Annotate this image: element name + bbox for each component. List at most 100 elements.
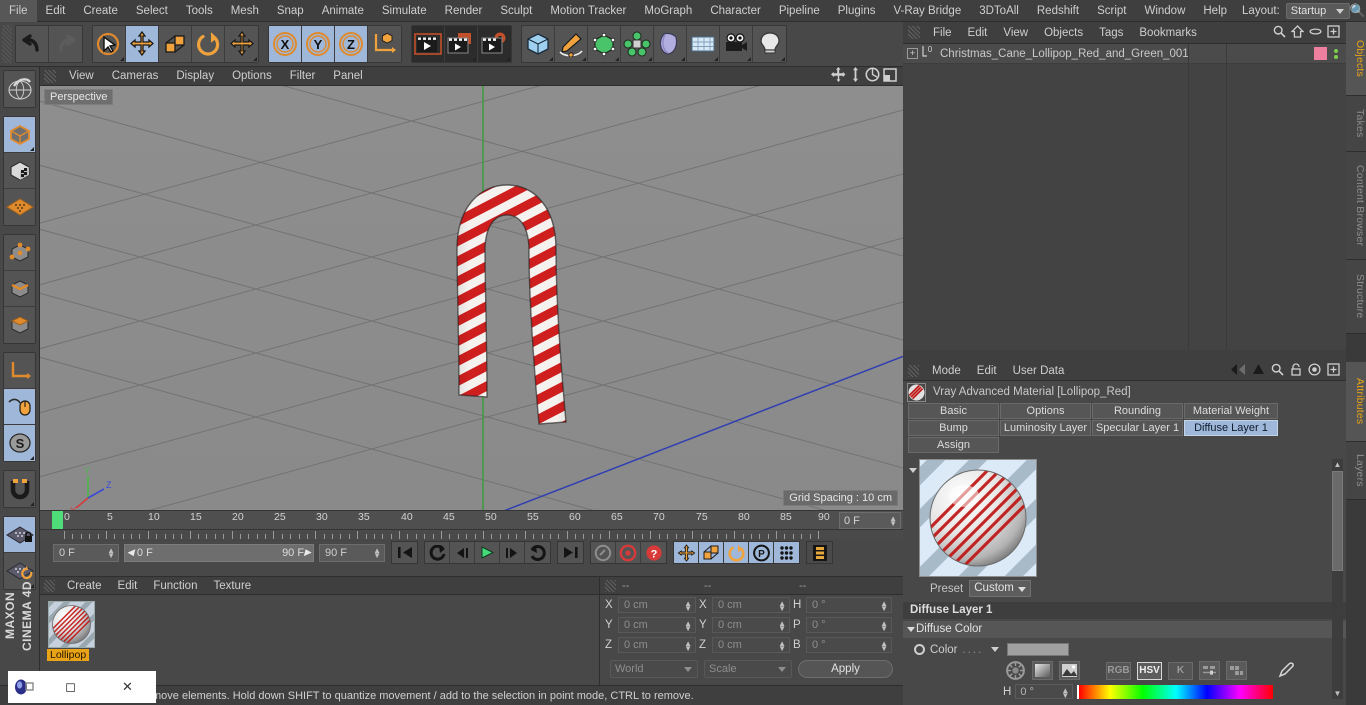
- edges-mode-icon[interactable]: [4, 271, 35, 307]
- coord-rotation-p-input[interactable]: 0 ° ▲ ▼: [806, 617, 892, 633]
- color-wheel-icon[interactable]: [1005, 661, 1026, 680]
- render-view-icon[interactable]: [412, 26, 445, 62]
- search-icon[interactable]: [1273, 25, 1286, 41]
- material-menu-grip[interactable]: [44, 579, 55, 592]
- menu-item-render[interactable]: Render: [436, 0, 492, 22]
- spline-pen-icon[interactable]: [555, 26, 588, 62]
- target-icon[interactable]: [1308, 362, 1321, 379]
- menu-item-3dtoall[interactable]: 3DToAll: [970, 0, 1028, 22]
- material-swatch-lollipop[interactable]: Lollipop: [47, 601, 95, 661]
- rotate-tool-icon[interactable]: [192, 26, 225, 62]
- render-settings-icon[interactable]: [478, 26, 511, 62]
- stepper-icon[interactable]: ▲ ▼: [889, 515, 897, 528]
- coord-position-z-input[interactable]: 0 cm ▲ ▼: [618, 637, 696, 653]
- parameter-key-icon[interactable]: P: [749, 542, 774, 563]
- menu-item-pipeline[interactable]: Pipeline: [770, 0, 829, 22]
- viewport-menu-display[interactable]: Display: [167, 67, 223, 86]
- stepper-icon[interactable]: ▲ ▼: [684, 640, 692, 653]
- texture-mode-icon[interactable]: [4, 153, 35, 189]
- material-menu-edit[interactable]: Edit: [110, 577, 146, 595]
- tab-bump[interactable]: Bump: [908, 420, 999, 436]
- menu-item-character[interactable]: Character: [701, 0, 770, 22]
- autokey-icon[interactable]: [591, 542, 616, 563]
- objmenu-bookmarks[interactable]: Bookmarks: [1131, 22, 1205, 44]
- tab-rounding[interactable]: Rounding: [1092, 403, 1183, 419]
- range-right-arrow-icon[interactable]: ▶: [304, 547, 311, 558]
- color-mode-hsv[interactable]: HSV: [1137, 661, 1162, 680]
- chevron-down-icon[interactable]: [991, 647, 1000, 652]
- menu-item-redshift[interactable]: Redshift: [1028, 0, 1088, 22]
- point-level-animation-icon[interactable]: [774, 542, 799, 563]
- move-alt-icon[interactable]: [225, 26, 258, 62]
- menu-item-simulate[interactable]: Simulate: [373, 0, 436, 22]
- previous-key-icon[interactable]: [425, 542, 450, 563]
- taskbar-window-overlay[interactable]: ◻ ✕: [8, 671, 156, 703]
- vtab-objects[interactable]: Objects: [1346, 22, 1366, 96]
- stepper-icon[interactable]: ▲ ▼: [1061, 687, 1069, 700]
- render-to-picture-viewer-icon[interactable]: [445, 26, 478, 62]
- coord-rotation-h-input[interactable]: 0 ° ▲ ▼: [806, 597, 892, 613]
- visibility-dots-icon[interactable]: [1334, 48, 1338, 59]
- expand-node-icon[interactable]: +: [907, 48, 918, 59]
- current-frame-input[interactable]: 0 F ▲ ▼: [53, 543, 119, 562]
- tab-specular-layer-1[interactable]: Specular Layer 1: [1092, 420, 1183, 436]
- maximize-view-icon[interactable]: [883, 67, 897, 85]
- hue-input[interactable]: 0 ° ▲ ▼: [1015, 684, 1074, 700]
- menu-item-create[interactable]: Create: [74, 0, 127, 22]
- coordinates-grip[interactable]: [605, 579, 616, 592]
- menu-item-snap[interactable]: Snap: [268, 0, 313, 22]
- color-radio-button[interactable]: [914, 644, 925, 655]
- stepper-icon[interactable]: ▲ ▼: [880, 600, 888, 613]
- collapse-preview-icon[interactable]: [909, 468, 917, 473]
- rotation-key-icon[interactable]: [724, 542, 749, 563]
- axis-x-icon[interactable]: X: [269, 26, 302, 62]
- subsection-diffuse-color[interactable]: Diffuse Color: [903, 621, 1346, 638]
- app-icon[interactable]: [8, 677, 42, 697]
- stepper-icon[interactable]: ▲ ▼: [880, 640, 888, 653]
- undo-icon[interactable]: [16, 26, 49, 62]
- material-menu-function[interactable]: Function: [145, 577, 205, 595]
- close-icon[interactable]: ✕: [99, 679, 156, 695]
- material-menu-texture[interactable]: Texture: [205, 577, 259, 595]
- eyedropper-icon[interactable]: [1275, 661, 1296, 680]
- tab-diffuse-layer-1[interactable]: Diffuse Layer 1: [1184, 420, 1278, 436]
- menu-item-vray-bridge[interactable]: V-Ray Bridge: [884, 0, 970, 22]
- object-axis-mode-icon[interactable]: [4, 353, 35, 389]
- menu-item-mesh[interactable]: Mesh: [222, 0, 268, 22]
- home-icon[interactable]: [1290, 24, 1305, 41]
- color-swatch[interactable]: [1007, 643, 1070, 656]
- stepper-icon[interactable]: ▲ ▼: [778, 600, 786, 613]
- lock-icon[interactable]: [1290, 362, 1302, 379]
- scale-key-icon[interactable]: [699, 542, 724, 563]
- menu-item-help[interactable]: Help: [1194, 0, 1236, 22]
- coord-size-z-input[interactable]: 0 cm ▲ ▼: [712, 637, 790, 653]
- enable-axis-icon[interactable]: S: [4, 425, 35, 461]
- scale-tool-icon[interactable]: [159, 26, 192, 62]
- material-tag-icon[interactable]: [1314, 47, 1327, 60]
- timeline-ruler[interactable]: 0 5 10 15 20 25 30 35 40 45 50 55 60 65 …: [40, 510, 903, 530]
- preset-select[interactable]: Custom: [969, 580, 1032, 597]
- frame-field[interactable]: 0 F ▲ ▼: [839, 512, 901, 529]
- go-to-start-icon[interactable]: [392, 542, 417, 563]
- vtab-layers[interactable]: Layers: [1346, 442, 1366, 500]
- objmenu-view[interactable]: View: [995, 22, 1036, 44]
- floor-scene-icon[interactable]: [687, 26, 720, 62]
- up-arrow-icon[interactable]: [1252, 363, 1265, 379]
- step-back-icon[interactable]: [450, 542, 475, 563]
- record-active-objects-icon[interactable]: [616, 542, 641, 563]
- viewport-menu-panel[interactable]: Panel: [324, 67, 371, 86]
- object-manager-grip[interactable]: [908, 26, 920, 39]
- attributes-scrollbar[interactable]: ▲ ▼: [1332, 459, 1343, 699]
- record-help-icon[interactable]: ?: [641, 542, 666, 563]
- coordinate-mode-select[interactable]: Scale: [704, 660, 792, 678]
- camera-icon[interactable]: [720, 26, 753, 62]
- pan-view-icon[interactable]: [831, 67, 846, 85]
- cube-primitive-icon[interactable]: [522, 26, 555, 62]
- points-mode-icon[interactable]: [4, 235, 35, 271]
- menu-item-script[interactable]: Script: [1088, 0, 1135, 22]
- vtab-structure[interactable]: Structure: [1346, 260, 1366, 334]
- stepper-icon[interactable]: ▲ ▼: [373, 546, 381, 559]
- stepper-icon[interactable]: ▲ ▼: [778, 620, 786, 633]
- back-arrow-icon[interactable]: [1230, 363, 1246, 379]
- toolbar-grip[interactable]: [2, 25, 12, 63]
